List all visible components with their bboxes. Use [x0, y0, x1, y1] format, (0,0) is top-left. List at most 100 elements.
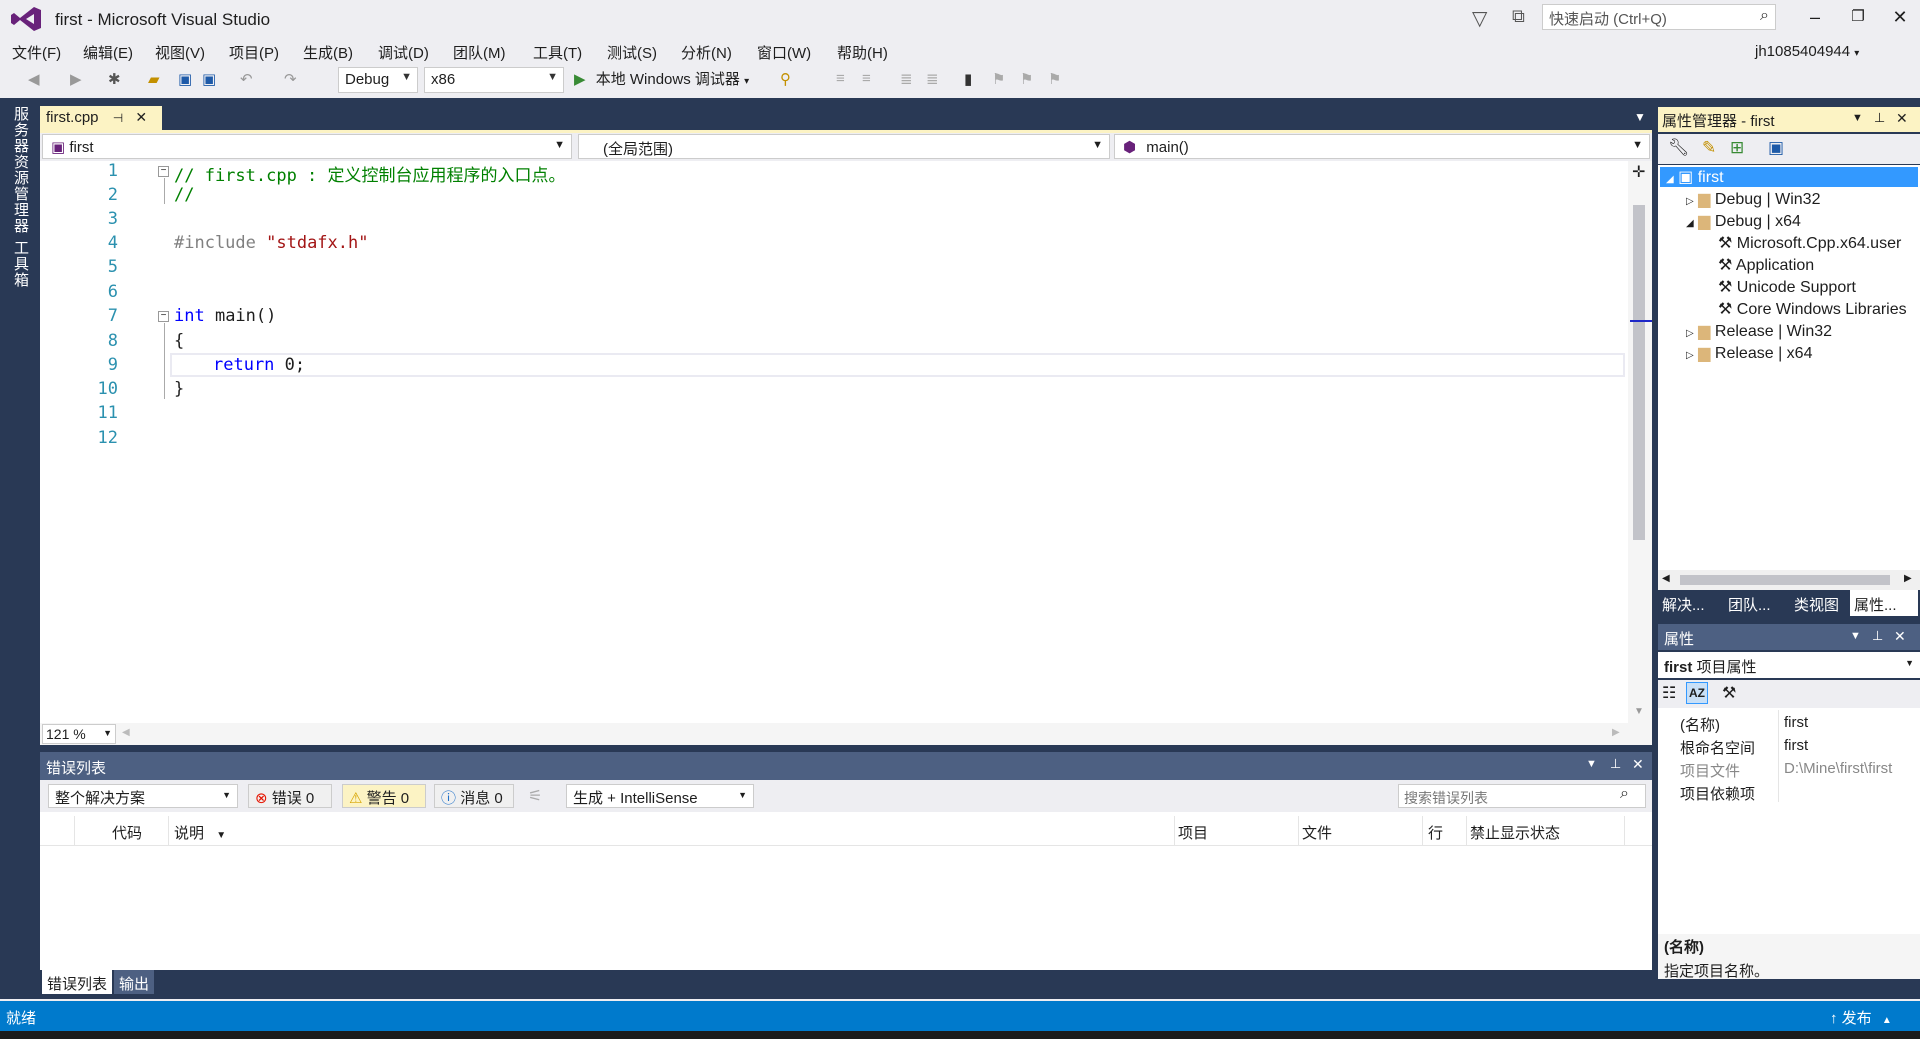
- collapse-toggle-icon[interactable]: −: [158, 166, 169, 177]
- publish-button[interactable]: ↑ 发布 ▲: [1830, 1007, 1892, 1028]
- close-icon[interactable]: ✕: [1896, 110, 1908, 127]
- collapse-toggle-icon[interactable]: −: [158, 311, 169, 322]
- project-nav-select[interactable]: ▣ first ▼: [42, 134, 572, 159]
- tab-overflow-icon[interactable]: ▼: [1634, 110, 1646, 124]
- panel-menu-icon[interactable]: ▼: [1586, 758, 1597, 770]
- filter-icon[interactable]: ⚟: [528, 786, 542, 806]
- build-filter-select[interactable]: 生成 + IntelliSense ▼: [566, 784, 754, 808]
- menu-file[interactable]: 文件(F): [12, 42, 61, 63]
- property-root-namespace-value[interactable]: first: [1784, 737, 1808, 754]
- minimize-button[interactable]: –: [1795, 2, 1835, 32]
- save-icon[interactable]: ▣: [1768, 138, 1784, 158]
- error-search-input[interactable]: 搜索错误列表 ⌕: [1398, 784, 1646, 808]
- add-new-sheet-icon[interactable]: ⊞: [1730, 138, 1744, 158]
- feedback-icon[interactable]: ⧉: [1512, 6, 1525, 27]
- property-project-file-value[interactable]: D:\Mine\first\first: [1784, 760, 1918, 777]
- property-name-value[interactable]: first: [1784, 714, 1808, 731]
- prev-bookmark-icon[interactable]: ⚑: [992, 70, 1005, 94]
- tree-node-debug-win32[interactable]: ▷ ▆ Debug | Win32: [1686, 189, 1820, 209]
- member-nav-select[interactable]: ⬢ main() ▼: [1114, 134, 1650, 159]
- property-name-key[interactable]: (名称): [1680, 714, 1720, 735]
- undo-icon[interactable]: ↶: [240, 70, 253, 94]
- menu-team[interactable]: 团队(M): [453, 42, 506, 63]
- close-button[interactable]: ✕: [1880, 2, 1920, 32]
- tree-node-first[interactable]: ◢ ▣ first: [1666, 167, 1724, 187]
- save-icon[interactable]: ▣: [178, 70, 192, 94]
- scope-nav-select[interactable]: (全局范围) ▼: [578, 134, 1110, 159]
- column-code[interactable]: 代码: [112, 822, 142, 843]
- quick-launch-input[interactable]: 快速启动 (Ctrl+Q) ⌕: [1542, 4, 1776, 30]
- tab-team-explorer[interactable]: 团队...: [1728, 594, 1771, 615]
- scrollbar-thumb[interactable]: [1680, 575, 1890, 585]
- add-property-sheet-icon[interactable]: ✎: [1702, 138, 1716, 158]
- property-project-file-key[interactable]: 项目文件: [1680, 760, 1740, 781]
- scrollbar-thumb[interactable]: [1633, 205, 1645, 540]
- clear-bookmarks-icon[interactable]: ⚑: [1048, 70, 1061, 94]
- forward-icon[interactable]: ▶: [70, 70, 82, 94]
- server-explorer-tab[interactable]: 服务器资源管理器: [10, 106, 31, 234]
- solution-platform-select[interactable]: x86 ▼: [424, 67, 564, 93]
- menu-view[interactable]: 视图(V): [155, 42, 205, 63]
- open-file-icon[interactable]: ▰: [148, 70, 160, 94]
- uncomment-icon[interactable]: ≡: [862, 70, 871, 94]
- indent-icon[interactable]: ≣: [900, 70, 913, 94]
- pin-icon[interactable]: ⊥: [1872, 628, 1883, 644]
- menu-analyze[interactable]: 分析(N): [681, 42, 732, 63]
- tab-output[interactable]: 输出: [114, 970, 155, 994]
- menu-project[interactable]: 项目(P): [229, 42, 279, 63]
- back-icon[interactable]: ◀: [28, 70, 40, 94]
- tab-class-view[interactable]: 类视图: [1794, 594, 1839, 615]
- properties-wrench-icon[interactable]: 🔧︎: [1668, 138, 1690, 158]
- categorized-icon[interactable]: ☷: [1662, 683, 1676, 703]
- tree-node-core-windows-libraries[interactable]: ⚒ Core Windows Libraries: [1718, 299, 1907, 319]
- close-icon[interactable]: ✕: [1632, 756, 1644, 773]
- pin-icon[interactable]: ⊥: [1874, 110, 1885, 126]
- restore-button[interactable]: ❐: [1838, 2, 1878, 32]
- properties-object-select[interactable]: first 项目属性 ▼: [1658, 652, 1920, 678]
- alphabetical-icon[interactable]: AZ: [1686, 682, 1708, 704]
- redo-icon[interactable]: ↷: [284, 70, 297, 94]
- new-project-icon[interactable]: ✱: [108, 70, 121, 94]
- menu-test[interactable]: 测试(S): [607, 42, 657, 63]
- solution-configuration-select[interactable]: Debug ▼: [338, 67, 418, 93]
- errors-filter-button[interactable]: ⊗ 错误 0: [248, 784, 332, 808]
- tab-error-list[interactable]: 错误列表: [42, 970, 113, 994]
- column-line[interactable]: 行: [1428, 822, 1443, 843]
- outdent-icon[interactable]: ≣: [926, 70, 939, 94]
- property-dependencies-key[interactable]: 项目依赖项: [1680, 783, 1755, 804]
- error-scope-select[interactable]: 整个解决方案 ▼: [48, 784, 238, 808]
- save-all-icon[interactable]: ▣: [202, 70, 216, 94]
- close-icon[interactable]: ✕: [1894, 628, 1906, 645]
- column-project[interactable]: 项目: [1178, 822, 1208, 843]
- close-icon[interactable]: ✕: [135, 109, 147, 125]
- next-bookmark-icon[interactable]: ⚑: [1020, 70, 1033, 94]
- find-icon[interactable]: ⚲: [780, 70, 791, 94]
- scroll-left-icon[interactable]: ◀: [122, 727, 130, 738]
- scroll-left-icon[interactable]: ◀: [1662, 573, 1670, 584]
- tree-node-application[interactable]: ⚒ Application: [1718, 255, 1814, 275]
- menu-help[interactable]: 帮助(H): [837, 42, 888, 63]
- zoom-select[interactable]: 121 % ▼: [42, 724, 116, 744]
- tab-property-manager[interactable]: 属性...: [1850, 590, 1918, 616]
- scroll-right-icon[interactable]: ▶: [1904, 573, 1912, 584]
- column-description[interactable]: 说明 ▼: [174, 822, 226, 843]
- filter-icon[interactable]: ▽: [1472, 6, 1487, 31]
- panel-menu-icon[interactable]: ▼: [1850, 630, 1861, 642]
- scroll-right-icon[interactable]: ▶: [1612, 727, 1620, 738]
- column-suppression[interactable]: 禁止显示状态: [1470, 822, 1560, 843]
- pin-icon[interactable]: ⊥: [1610, 756, 1621, 772]
- pin-icon[interactable]: ⊣: [113, 111, 123, 125]
- tree-node-unicode-support[interactable]: ⚒ Unicode Support: [1718, 277, 1856, 297]
- menu-edit[interactable]: 编辑(E): [83, 42, 133, 63]
- comment-icon[interactable]: ≡: [836, 70, 845, 94]
- menu-build[interactable]: 生成(B): [303, 42, 353, 63]
- menu-tools[interactable]: 工具(T): [533, 42, 582, 63]
- menu-window[interactable]: 窗口(W): [757, 42, 811, 63]
- menu-debug[interactable]: 调试(D): [378, 42, 429, 63]
- column-file[interactable]: 文件: [1302, 822, 1332, 843]
- tree-node-debug-x64[interactable]: ◢ ▆ Debug | x64: [1686, 211, 1801, 231]
- document-tab-first-cpp[interactable]: first.cpp ⊣ ✕: [40, 106, 162, 131]
- start-debugging-button[interactable]: ▶ 本地 Windows 调试器 ▾: [574, 68, 749, 92]
- messages-filter-button[interactable]: ⓘ 消息 0: [434, 784, 514, 808]
- split-editor-icon[interactable]: ✛: [1632, 162, 1645, 182]
